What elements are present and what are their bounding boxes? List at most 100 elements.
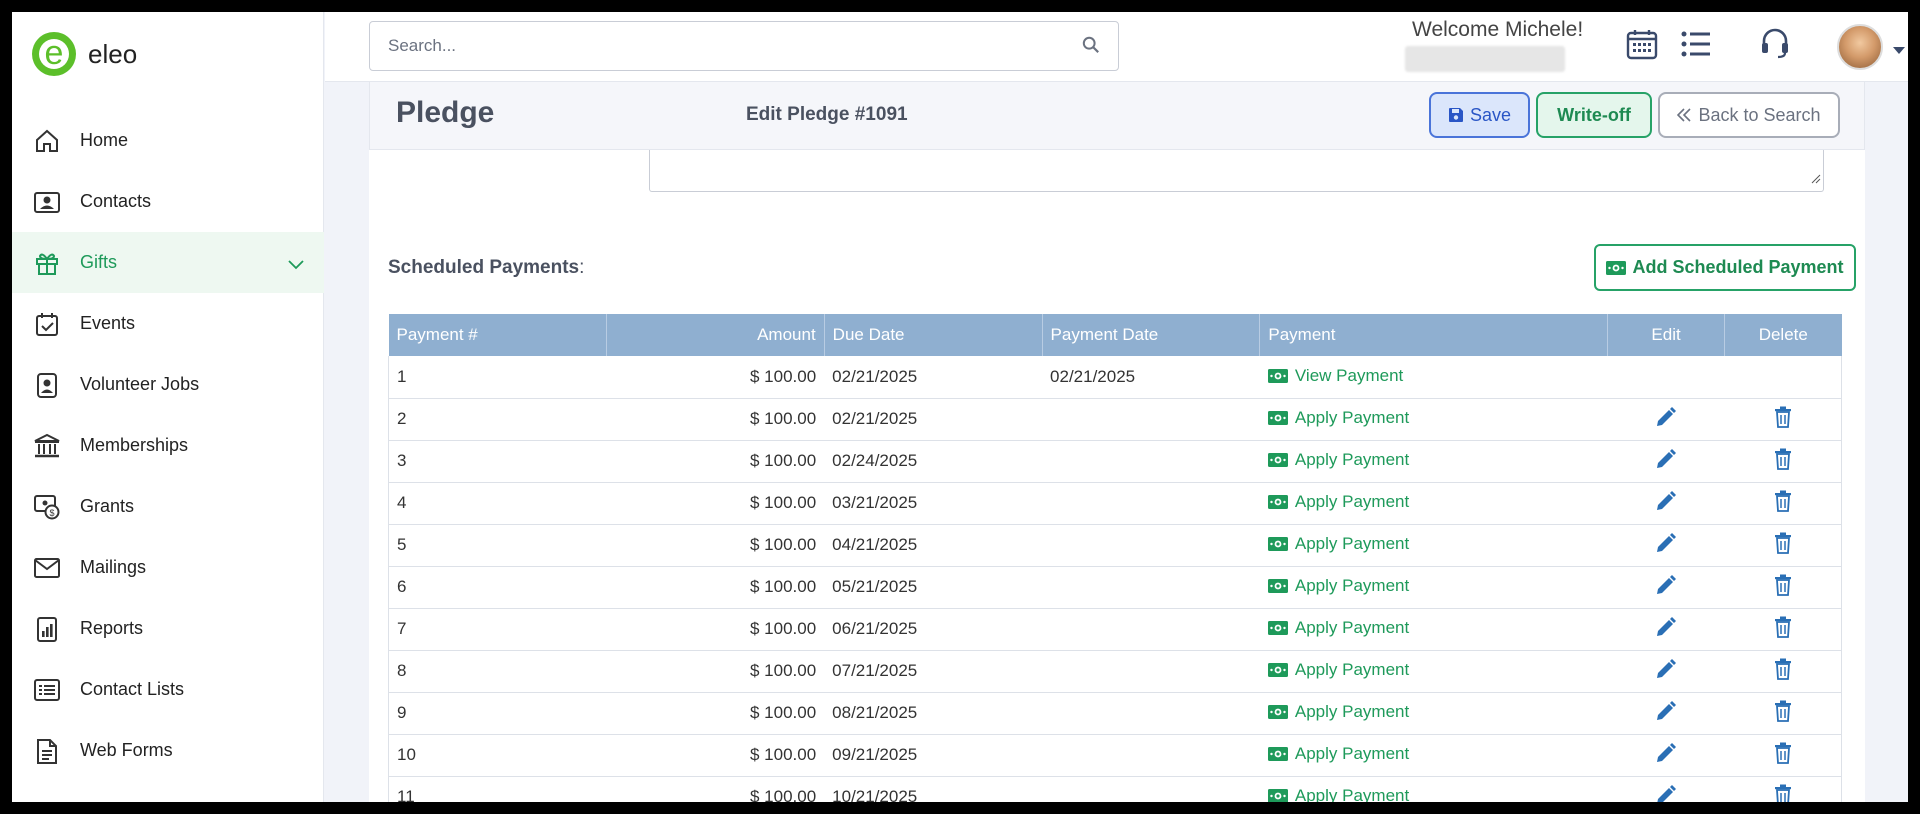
write-off-button[interactable]: Write-off <box>1536 92 1652 138</box>
due-date: 02/24/2025 <box>824 440 1043 483</box>
view-payment-link[interactable]: View Payment <box>1267 366 1403 386</box>
table-row: 6 $ 100.00 05/21/2025 Apply Payment <box>388 566 1842 609</box>
pencil-edit-icon[interactable] <box>1655 616 1677 638</box>
col-due-date[interactable]: Due Date <box>824 314 1043 356</box>
pencil-edit-icon[interactable] <box>1655 448 1677 470</box>
sidebar-item-memberships[interactable]: Memberships <box>12 415 324 476</box>
apply-payment-link[interactable]: Apply Payment <box>1267 408 1409 428</box>
notes-textarea[interactable] <box>649 150 1824 192</box>
apply-payment-link[interactable]: Apply Payment <box>1267 702 1409 722</box>
pencil-edit-icon[interactable] <box>1655 742 1677 764</box>
apply-payment-link[interactable]: Apply Payment <box>1267 576 1409 596</box>
trash-delete-icon[interactable] <box>1774 490 1792 512</box>
headset-support-icon[interactable] <box>1760 27 1790 64</box>
sidebar-item-label: Events <box>80 313 136 333</box>
sidebar-item-contact-lists[interactable]: Contact Lists <box>12 659 324 720</box>
sidebar-item-gifts[interactable]: Gifts <box>12 232 324 293</box>
apply-payment-link[interactable]: Apply Payment <box>1267 786 1409 802</box>
sidebar-nav: Home Contacts Gifts Events Volunteer Jobs Mem… <box>12 110 324 781</box>
user-org-name-blurred <box>1405 46 1565 72</box>
home-icon <box>32 126 62 156</box>
user-avatar[interactable] <box>1837 24 1883 70</box>
trash-delete-icon[interactable] <box>1774 700 1792 722</box>
sidebar-item-contacts[interactable]: Contacts <box>12 171 324 232</box>
back-to-search-button[interactable]: Back to Search <box>1658 92 1840 138</box>
pencil-edit-icon[interactable] <box>1655 658 1677 680</box>
logo[interactable]: e eleo <box>32 32 137 76</box>
pencil-edit-icon[interactable] <box>1655 406 1677 428</box>
col-payment-date[interactable]: Payment Date <box>1042 314 1261 356</box>
sidebar-item-volunteer-jobs[interactable]: Volunteer Jobs <box>12 354 324 415</box>
delete-cell <box>1724 692 1842 735</box>
add-scheduled-payment-button[interactable]: Add Scheduled Payment <box>1594 244 1856 291</box>
trash-delete-icon[interactable] <box>1774 784 1792 803</box>
chevron-down-icon[interactable] <box>288 254 304 275</box>
search-icon[interactable] <box>1082 36 1100 59</box>
pencil-edit-icon[interactable] <box>1655 700 1677 722</box>
due-date: 08/21/2025 <box>824 692 1043 735</box>
payment-date <box>1042 608 1260 651</box>
trash-delete-icon[interactable] <box>1774 742 1792 764</box>
table-row: 8 $ 100.00 07/21/2025 Apply Payment <box>388 650 1842 693</box>
sidebar-item-reports[interactable]: Reports <box>12 598 324 659</box>
col-payment-number[interactable]: Payment # <box>388 314 607 356</box>
list-icon <box>32 675 62 705</box>
table-row: 5 $ 100.00 04/21/2025 Apply Payment <box>388 524 1842 567</box>
delete-cell <box>1724 440 1842 483</box>
scheduled-payments-table: Payment # Amount Due Date Payment Date P… <box>388 314 1842 802</box>
payment-number: 1 <box>388 356 607 399</box>
apply-payment-link[interactable]: Apply Payment <box>1267 450 1409 470</box>
payment-date <box>1042 692 1260 735</box>
table-row: 2 $ 100.00 02/21/2025 Apply Payment <box>388 398 1842 441</box>
payment-date <box>1042 440 1260 483</box>
double-chevron-left-icon <box>1677 108 1692 122</box>
caret-down-icon[interactable] <box>1893 42 1905 60</box>
pencil-edit-icon[interactable] <box>1655 490 1677 512</box>
sidebar-item-label: Web Forms <box>80 740 173 760</box>
pencil-edit-icon[interactable] <box>1655 574 1677 596</box>
payment-amount: $ 100.00 <box>606 356 825 399</box>
payment-amount: $ 100.00 <box>606 608 825 651</box>
save-button[interactable]: Save <box>1429 92 1530 138</box>
trash-delete-icon[interactable] <box>1774 448 1792 470</box>
volunteer-badge-icon <box>32 370 62 400</box>
record-title: Edit Pledge #1091 <box>746 104 908 125</box>
edit-cell <box>1607 734 1725 777</box>
trash-delete-icon[interactable] <box>1774 574 1792 596</box>
resize-handle-icon[interactable] <box>1811 171 1821 189</box>
col-amount[interactable]: Amount <box>606 314 825 356</box>
trash-delete-icon[interactable] <box>1774 658 1792 680</box>
col-payment[interactable]: Payment <box>1259 314 1609 356</box>
due-date: 02/21/2025 <box>824 356 1043 399</box>
sidebar-item-label: Mailings <box>80 557 147 577</box>
payment-number: 11 <box>388 776 607 802</box>
task-list-icon[interactable] <box>1681 30 1711 63</box>
delete-cell <box>1724 398 1842 441</box>
trash-delete-icon[interactable] <box>1774 406 1792 428</box>
apply-payment-link[interactable]: Apply Payment <box>1267 744 1409 764</box>
page-title: Pledge <box>396 96 495 129</box>
search-input[interactable] <box>370 22 1050 70</box>
sidebar-item-web-forms[interactable]: Web Forms <box>12 720 324 781</box>
trash-delete-icon[interactable] <box>1774 616 1792 638</box>
svg-text:$: $ <box>49 508 54 518</box>
sidebar-item-events[interactable]: Events <box>12 293 324 354</box>
pencil-edit-icon[interactable] <box>1655 532 1677 554</box>
calendar-icon[interactable] <box>1626 28 1658 65</box>
delete-cell <box>1724 482 1842 525</box>
pencil-edit-icon[interactable] <box>1655 784 1677 803</box>
edit-cell <box>1607 692 1725 735</box>
sidebar-item-home[interactable]: Home <box>12 110 324 171</box>
bank-icon <box>32 431 62 461</box>
apply-payment-link[interactable]: Apply Payment <box>1267 534 1409 554</box>
col-edit: Edit <box>1607 314 1726 356</box>
apply-payment-link[interactable]: Apply Payment <box>1267 660 1409 680</box>
money-icon <box>1267 537 1288 551</box>
trash-delete-icon[interactable] <box>1774 532 1792 554</box>
sidebar-item-mailings[interactable]: Mailings <box>12 537 324 598</box>
apply-payment-link[interactable]: Apply Payment <box>1267 618 1409 638</box>
due-date: 03/21/2025 <box>824 482 1043 525</box>
sidebar-item-grants[interactable]: $ Grants <box>12 476 324 537</box>
money-icon <box>1267 411 1288 425</box>
apply-payment-link[interactable]: Apply Payment <box>1267 492 1409 512</box>
